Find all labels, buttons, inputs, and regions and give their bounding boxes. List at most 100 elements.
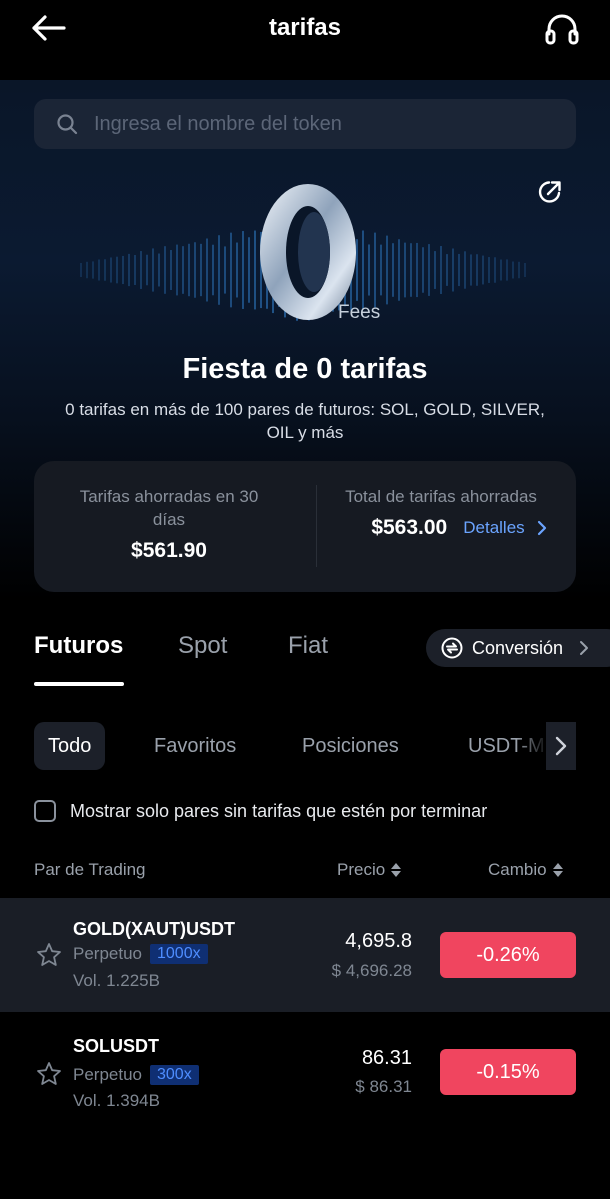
wave-bar	[158, 253, 160, 287]
top-bar: tarifas	[0, 0, 610, 62]
expiring-only-checkbox[interactable]	[34, 800, 56, 822]
pair-meta: Perpetuo 1000x	[73, 944, 208, 964]
wave-bar	[176, 244, 178, 296]
table-row[interactable]: GOLD(XAUT)USDT Perpetuo 1000x Vol. 1.225…	[0, 898, 610, 1012]
leverage-badge: 1000x	[150, 944, 208, 964]
wave-bar	[80, 263, 82, 277]
wave-bar	[434, 251, 436, 289]
leverage-badge: 300x	[150, 1065, 199, 1085]
conversion-icon	[441, 637, 463, 659]
wave-bar	[164, 246, 166, 294]
wave-bar	[206, 238, 208, 302]
wave-bar	[524, 263, 526, 277]
pair-symbol: SOLUSDT	[73, 1036, 160, 1056]
wave-bar	[482, 255, 484, 285]
col-header-change[interactable]: Cambio	[488, 860, 564, 880]
wave-bar	[152, 248, 154, 292]
wave-bar	[212, 244, 214, 296]
share-icon[interactable]	[536, 178, 564, 206]
wave-bar	[494, 257, 496, 283]
wave-bar	[236, 242, 238, 298]
wave-bar	[104, 259, 106, 281]
col-header-price[interactable]: Precio	[337, 860, 402, 880]
wave-bar	[134, 255, 136, 285]
wave-bar	[446, 254, 448, 286]
wave-bar	[410, 243, 412, 297]
total-saved-label: Total de tarifas ahorradas	[345, 487, 537, 506]
search-icon	[57, 114, 78, 135]
wave-bar	[116, 256, 118, 284]
pair-price: 4,695.8	[345, 930, 412, 952]
conversion-button[interactable]: Conversión	[426, 629, 610, 667]
total-saved-value: $563.00	[371, 516, 448, 539]
wave-bar	[194, 242, 196, 298]
wave-bar	[404, 242, 406, 298]
tab-futuros[interactable]: Futuros	[34, 632, 123, 660]
tab-fiat[interactable]: Fiat	[288, 632, 328, 660]
star-icon[interactable]	[36, 942, 62, 968]
more-filters-button[interactable]	[546, 722, 576, 770]
chevron-right-icon	[537, 520, 546, 536]
token-search[interactable]	[34, 99, 576, 149]
page-title: tarifas	[268, 14, 342, 41]
wave-bar	[416, 242, 418, 298]
wave-bar	[242, 231, 244, 309]
wave-bar	[428, 244, 430, 296]
star-icon[interactable]	[36, 1061, 62, 1087]
chevron-right-icon	[555, 736, 567, 756]
col-header-pair-label: Par de Trading	[34, 860, 146, 879]
wave-bar	[86, 261, 88, 279]
wave-bar	[188, 243, 190, 297]
support-button[interactable]	[542, 10, 582, 48]
wave-bar	[470, 254, 472, 286]
headset-icon	[545, 14, 579, 45]
pair-symbol: GOLD(XAUT)USDT	[73, 919, 235, 939]
chip-todo[interactable]: Todo	[34, 722, 106, 770]
change-badge[interactable]: -0.26%	[440, 932, 576, 978]
table-row[interactable]: SOLUSDT Perpetuo 300x Vol. 1.394B 86.31 …	[0, 1014, 610, 1128]
savings-card: Tarifas ahorradas en 30 días $561.90 Tot…	[34, 461, 576, 592]
chip-posiciones[interactable]: Posiciones	[302, 722, 399, 770]
chip-favoritos[interactable]: Favoritos	[154, 722, 236, 770]
tab-spot[interactable]: Spot	[178, 632, 227, 660]
col-header-price-label: Precio	[337, 860, 386, 879]
pair-price-usd: $ 86.31	[355, 1077, 412, 1096]
saved-30d-label: Tarifas ahorradas en 30 días	[79, 487, 259, 529]
wave-bar	[140, 251, 142, 289]
pair-price: 86.31	[361, 1047, 412, 1069]
expiring-only-toggle[interactable]: Mostrar solo pares sin tarifas que estén…	[34, 800, 487, 822]
details-link[interactable]: Detalles	[463, 518, 550, 538]
promo-subtitle: 0 tarifas en más de 100 pares de futuros…	[65, 400, 545, 442]
wave-bar	[122, 255, 124, 285]
promo-title: Fiesta de 0 tarifas	[182, 353, 428, 385]
change-badge[interactable]: -0.15%	[440, 1049, 576, 1095]
wave-bar	[218, 235, 220, 305]
wave-bar	[92, 261, 94, 279]
wave-bar	[170, 250, 172, 290]
wave-bar	[476, 254, 478, 286]
fees-logo-text: Fees	[338, 302, 381, 323]
contract-type: Perpetuo	[73, 1065, 142, 1084]
filter-chips: Todo Favoritos Posiciones USDT-M	[34, 722, 576, 770]
col-header-pair: Par de Trading	[34, 860, 146, 880]
wave-bar	[488, 257, 490, 283]
wave-bar	[392, 243, 394, 297]
wave-bar	[458, 253, 460, 287]
sort-icon	[552, 863, 563, 877]
wave-bar	[128, 253, 130, 287]
wave-bar	[224, 246, 226, 294]
wave-bar	[422, 247, 424, 293]
contract-type: Perpetuo	[73, 944, 142, 963]
wave-bar	[182, 246, 184, 294]
wave-bar	[98, 259, 100, 281]
search-input[interactable]	[94, 112, 534, 136]
wave-bar	[230, 232, 232, 308]
wave-bar	[452, 248, 454, 292]
wave-bar	[440, 246, 442, 294]
wave-bar	[506, 259, 508, 281]
wave-bar	[398, 239, 400, 301]
details-label: Detalles	[463, 518, 525, 537]
conversion-label: Conversión	[472, 637, 564, 658]
col-header-change-label: Cambio	[488, 860, 547, 879]
wave-bar	[146, 254, 148, 286]
